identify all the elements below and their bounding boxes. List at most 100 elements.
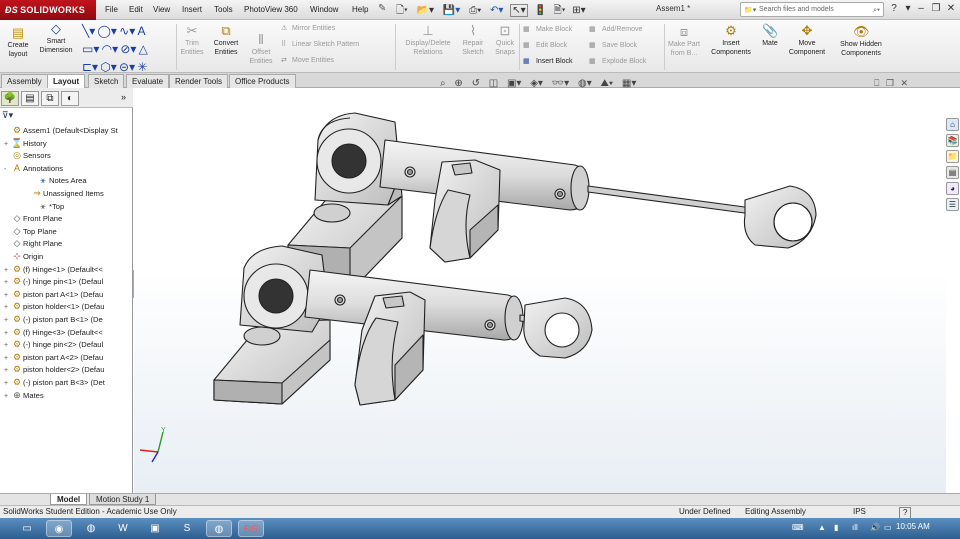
minimize-button[interactable]: – xyxy=(914,3,928,14)
minecraft-icon[interactable]: ▣ xyxy=(142,520,168,537)
menu-tools[interactable]: Tools xyxy=(211,3,236,17)
edit-block-button[interactable]: ▦ Edit Block xyxy=(523,41,567,51)
tree-item[interactable]: - A Annotations xyxy=(0,162,133,175)
menu-file[interactable]: File xyxy=(102,3,121,17)
custom-properties-icon[interactable]: ☰ xyxy=(946,198,959,211)
help-icon[interactable]: ? xyxy=(887,3,901,14)
tree-item[interactable]: + ⚙ (-) hinge pin<2> (Defaul xyxy=(0,338,133,351)
section-view-icon[interactable]: ◫ xyxy=(489,78,498,89)
circle-icon[interactable]: ◯▾ xyxy=(97,24,116,38)
filter-icon[interactable]: ⊽▾ xyxy=(2,110,13,121)
tab-model[interactable]: Model xyxy=(50,494,88,505)
tab-evaluate[interactable]: Evaluate xyxy=(126,74,170,88)
expand-icon[interactable]: + xyxy=(4,353,11,364)
tree-item[interactable]: ◇ Front Plane xyxy=(0,212,133,225)
graphics-area[interactable]: Y ⌕ ⊕ ↺ ◫ ▣▾ ◈▾ 👓▾ ◍▾ ⛰▾ ▦▾ ⎕ ❐ ✕ xyxy=(134,78,946,493)
clock[interactable]: 10:05 AM xyxy=(896,522,930,531)
search-input[interactable]: 📁▾ Search files and models ⌕▾ xyxy=(740,2,884,17)
tree-item[interactable]: + ⊕ Mates xyxy=(0,389,133,402)
tree-item[interactable]: + ⚙ (f) Hinge<3> (Default<< xyxy=(0,326,133,339)
expand-icon[interactable]: + xyxy=(4,378,11,389)
mate-button[interactable]: 📎 Mate xyxy=(759,24,781,48)
polygon-icon[interactable]: ⬡▾ xyxy=(100,60,117,74)
arc-icon[interactable]: ◠▾ xyxy=(102,42,119,56)
smart-dimension-button[interactable]: ◇ Smart Dimension xyxy=(36,22,76,55)
expand-icon[interactable]: + xyxy=(4,139,11,150)
select-icon[interactable]: ↖▾ xyxy=(510,4,528,17)
explode-block-button[interactable]: ▦ Explode Block xyxy=(589,57,646,67)
tab-render-tools[interactable]: Render Tools xyxy=(169,74,228,88)
view-palette-icon[interactable]: ▤ xyxy=(946,166,959,179)
tree-item[interactable]: ◇ Top Plane xyxy=(0,225,133,238)
menu-insert[interactable]: Insert xyxy=(179,3,205,17)
word-icon[interactable]: W xyxy=(110,520,136,537)
file-properties-icon[interactable]: 🗎▾ xyxy=(554,5,566,16)
spotify-icon[interactable]: ◍ xyxy=(78,520,104,537)
appearances-icon[interactable]: ◕ xyxy=(946,182,959,195)
sketch-text-icon[interactable]: A xyxy=(137,24,145,38)
menu-help[interactable]: Help xyxy=(349,3,371,17)
expand-icon[interactable]: + xyxy=(4,328,11,339)
expand-icon[interactable]: + xyxy=(4,315,11,326)
open-folder-icon[interactable]: 📂▾ xyxy=(417,5,434,16)
search-icon[interactable]: ⌕▾ xyxy=(873,4,880,17)
configuration-manager-icon[interactable]: ⧉ xyxy=(41,91,59,106)
edit-appearance-icon[interactable]: ◍▾ xyxy=(578,78,592,89)
options-icon[interactable]: ⊞▾ xyxy=(572,5,585,16)
trim-entities-button[interactable]: ✂ Trim Entities xyxy=(178,24,206,57)
expand-icon[interactable]: + xyxy=(4,391,11,402)
rebuild-icon[interactable]: 🚦 xyxy=(534,5,546,16)
save-icon[interactable]: 💾▾ xyxy=(443,5,460,16)
tree-item[interactable]: ◎ Sensors xyxy=(0,149,133,162)
keyboard-icon[interactable]: ⌨ xyxy=(792,523,804,532)
mirror-entities-button[interactable]: ⚠ Mirror Entities xyxy=(281,24,335,34)
menu-edit[interactable]: Edit xyxy=(126,3,146,17)
solidworks-logo[interactable]: ƉS SOLIDWORKS xyxy=(0,0,96,20)
zoom-to-area-icon[interactable]: ⊕ xyxy=(454,78,462,89)
make-block-button[interactable]: ▦ Make Block xyxy=(523,25,572,35)
tree-item[interactable]: + ⚙ piston holder<1> (Defau xyxy=(0,300,133,313)
restore-button[interactable]: ❐ xyxy=(929,3,943,14)
tab-sketch[interactable]: Sketch xyxy=(88,74,125,88)
show-desktop-icon[interactable]: ▭ xyxy=(14,520,40,537)
solidworks-taskbar-icon[interactable]: ƉS xyxy=(238,520,264,537)
menu-view[interactable]: View xyxy=(150,3,173,17)
viewport-close-icon[interactable]: ✕ xyxy=(901,78,909,88)
insert-block-button[interactable]: ▦ Insert Block xyxy=(523,57,573,67)
tree-item[interactable]: ⚙ Assem1 (Default<Display St xyxy=(0,124,133,137)
tree-item[interactable]: ⚹ Notes Area xyxy=(0,174,133,187)
expand-icon[interactable]: + xyxy=(4,340,11,351)
display-delete-relations-button[interactable]: ⊥ Display/Delete Relations xyxy=(399,24,457,57)
file-explorer-icon[interactable]: 📁 xyxy=(946,150,959,163)
tree-item[interactable]: + ⚙ piston part A<2> (Defau xyxy=(0,351,133,364)
slot-icon[interactable]: ⊏▾ xyxy=(82,60,98,74)
show-hidden-components-button[interactable]: 👁 Show Hidden Components xyxy=(836,25,886,58)
tree-item[interactable]: ⊹ Origin xyxy=(0,250,133,263)
quick-snaps-button[interactable]: ⊡ Quick Snaps xyxy=(491,24,519,57)
apply-scene-icon[interactable]: ⛰▾ xyxy=(601,78,614,89)
print-icon[interactable]: ⎙▾ xyxy=(469,5,481,16)
tree-item[interactable]: ◇ Right Plane xyxy=(0,237,133,250)
move-entities-button[interactable]: ⇄ Move Entities xyxy=(281,56,334,66)
offset-entities-button[interactable]: ⫴ Offset Entities xyxy=(245,33,277,66)
close-button[interactable]: ✕ xyxy=(944,3,958,14)
viewport-restore-icon[interactable]: ❐ xyxy=(886,78,894,88)
collapse-icon[interactable]: - xyxy=(4,164,11,175)
spotify-running-icon[interactable]: ◍ xyxy=(206,520,232,537)
tab-layout[interactable]: Layout xyxy=(47,74,86,88)
tree-item[interactable]: + ⚙ (-) piston part B<1> (De xyxy=(0,313,133,326)
tree-item[interactable]: + ⚙ (f) Hinge<1> (Default<< xyxy=(0,263,133,276)
line-icon[interactable]: ╲▾ xyxy=(82,24,95,38)
chrome-icon[interactable]: ◉ xyxy=(46,520,72,537)
tree-item[interactable]: + ⌛History xyxy=(0,137,133,150)
tree-item[interactable]: + ⚙ piston part A<1> (Defau xyxy=(0,288,133,301)
pin-icon[interactable]: ✎ xyxy=(378,3,386,14)
wifi-icon[interactable]: ▮ xyxy=(834,523,838,532)
menu-window[interactable]: Window xyxy=(307,3,341,17)
move-component-button[interactable]: ✥ Move Component xyxy=(786,24,828,57)
tree-item[interactable]: ⚹ *Top xyxy=(0,200,133,213)
convert-entities-button[interactable]: ⧉ Convert Entities xyxy=(209,24,243,57)
linear-sketch-pattern-button[interactable]: ⠿ Linear Sketch Pattern xyxy=(281,40,359,50)
solidworks-resources-icon[interactable]: ⌂ xyxy=(946,118,959,131)
new-document-icon[interactable]: 🗋▾ xyxy=(396,5,408,16)
